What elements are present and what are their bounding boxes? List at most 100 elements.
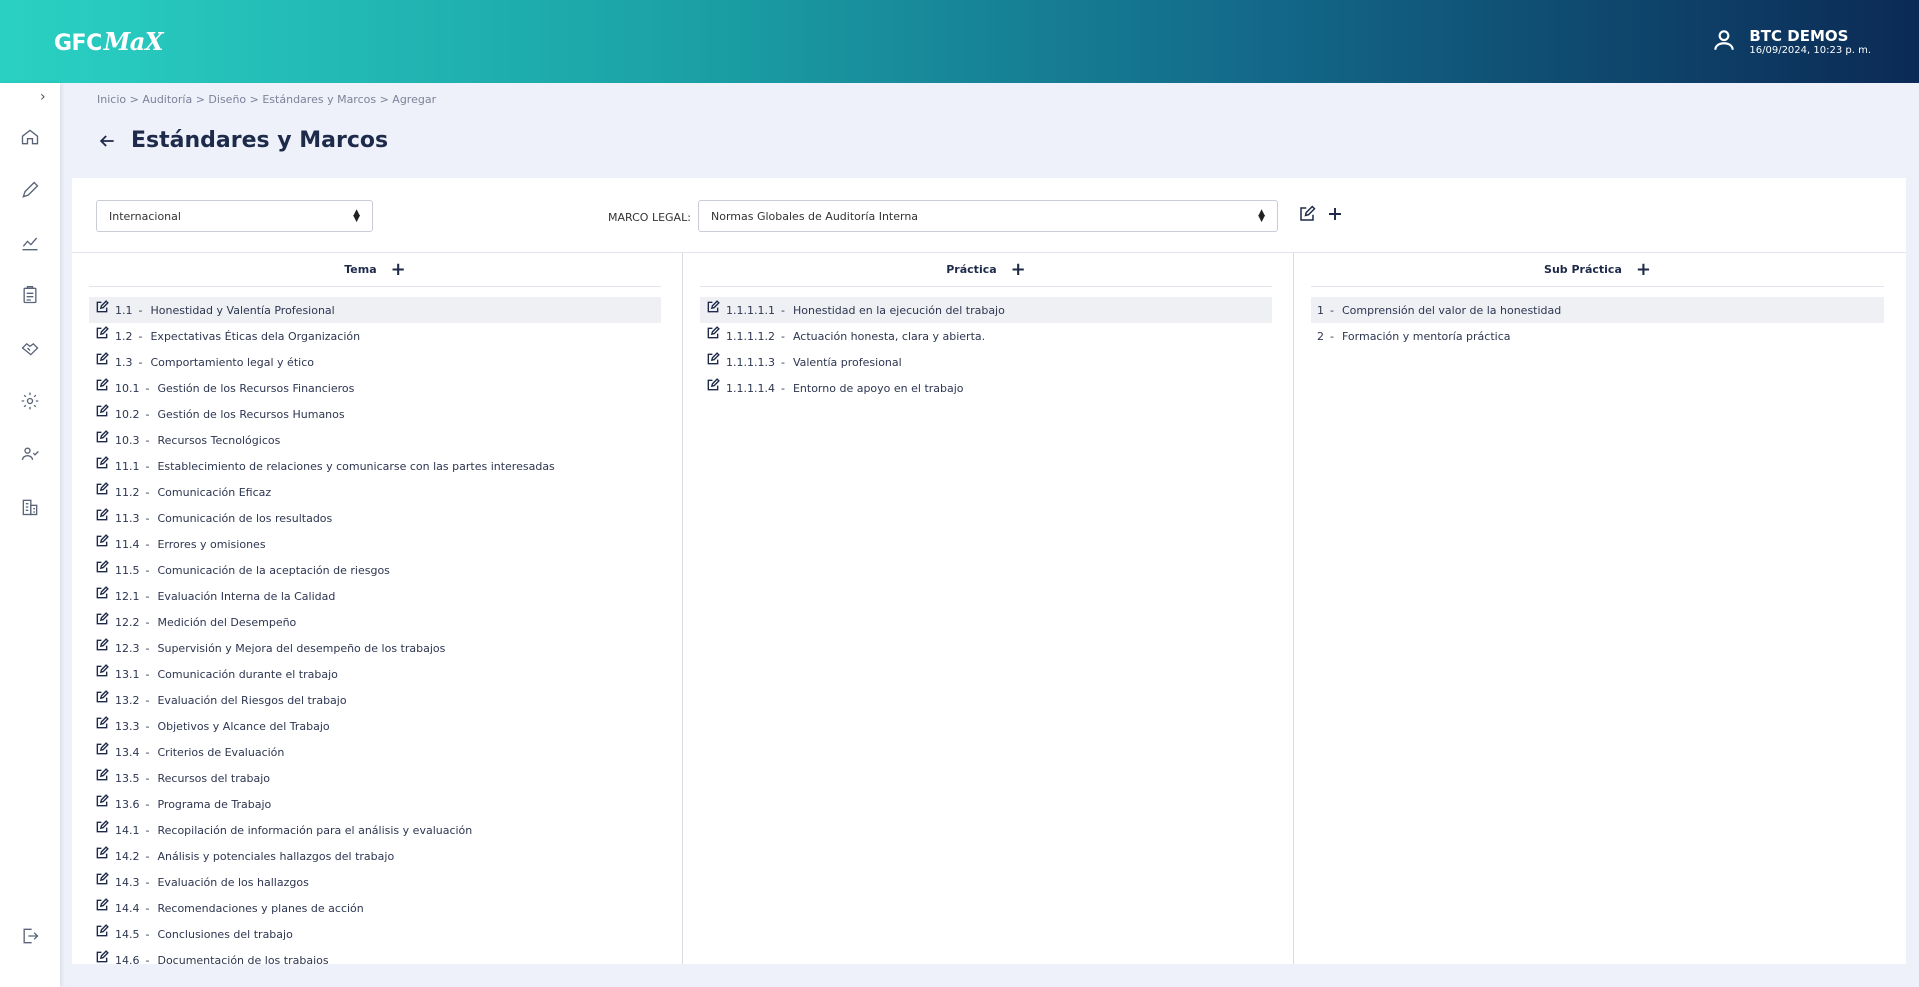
edit-icon[interactable] [95,690,109,704]
edit-icon[interactable] [95,326,109,340]
edit-icon[interactable] [95,716,109,730]
tema-row[interactable]: 11.2- Comunicación Eficaz [89,479,661,505]
tema-row[interactable]: 14.5- Conclusiones del trabajo [89,921,661,947]
edit-icon[interactable] [95,482,109,496]
user-profile[interactable]: BTC DEMOS 16/09/2024, 10:23 p. m. [1711,27,1871,57]
edit-icon[interactable] [95,794,109,808]
item-label: Honestidad en la ejecución del trabajo [792,303,1005,317]
item-label: Análisis y potenciales hallazgos del tra… [157,849,395,863]
tema-row[interactable]: 13.3- Objetivos y Alcance del Trabajo [89,713,661,739]
tema-row[interactable]: 11.3- Comunicación de los resultados [89,505,661,531]
users-icon[interactable] [20,444,40,464]
tema-row[interactable]: 11.1- Establecimiento de relaciones y com… [89,453,661,479]
edit-icon[interactable] [95,820,109,834]
subpractica-row[interactable]: 1- Comprensión del valor de la honestidad [1311,297,1884,323]
tema-row[interactable]: 10.1- Gestión de los Recursos Financieros [89,375,661,401]
app-logo[interactable]: GFC MaX [54,27,163,56]
tema-row[interactable]: 14.6- Documentación de los trabajos [89,947,661,964]
item-label: Recursos Tecnológicos [157,433,281,447]
edit-icon[interactable] [706,352,720,366]
edit-icon[interactable] [95,456,109,470]
tema-row[interactable]: 13.6- Programa de Trabajo [89,791,661,817]
breadcrumb[interactable]: Inicio > Auditoría > Diseño > Estándares… [97,93,436,106]
edit-icon[interactable] [95,378,109,392]
practica-row[interactable]: 1.1.1.1.2- Actuación honesta, clara y abi… [700,323,1272,349]
add-tema-icon[interactable]: + [391,260,406,278]
item-label: Comunicación de los resultados [157,511,333,525]
home-icon[interactable] [20,127,40,147]
gear-icon[interactable] [20,391,40,411]
item-separator: - [145,563,150,577]
building-icon[interactable] [20,497,40,517]
practica-list: 1.1.1.1.1- Honestidad en la ejecución del… [700,297,1272,401]
add-marco-icon[interactable] [1326,205,1344,223]
edit-icon[interactable] [95,898,109,912]
tema-header: Tema + [89,253,661,287]
edit-marco-icon[interactable] [1298,205,1316,223]
item-code: 11.2 [115,485,140,499]
tema-row[interactable]: 13.1- Comunicación durante el trabajo [89,661,661,687]
item-label: Evaluación de los hallazgos [157,875,309,889]
edit-icon[interactable] [706,378,720,392]
tema-row[interactable]: 10.2- Gestión de los Recursos Humanos [89,401,661,427]
tema-row[interactable]: 1.2- Expectativas Éticas dela Organizació… [89,323,661,349]
item-separator: - [780,303,785,317]
edit-icon[interactable] [95,560,109,574]
edit-icon[interactable] [95,924,109,938]
edit-icon[interactable] [706,300,720,314]
marco-legal-select[interactable]: Normas Globales de Auditoría Interna ▲ ▼ [698,200,1278,232]
tema-row[interactable]: 13.2- Evaluación del Riesgos del trabajo [89,687,661,713]
item-separator: - [145,537,150,551]
handshake-icon[interactable] [20,338,40,358]
chart-icon[interactable] [20,233,40,253]
edit-icon[interactable] [95,508,109,522]
item-separator: - [1330,303,1334,317]
tema-row[interactable]: 11.4- Errores y omisiones [89,531,661,557]
tema-row[interactable]: 14.2- Análisis y potenciales hallazgos de… [89,843,661,869]
edit-icon[interactable] [95,742,109,756]
edit-icon[interactable] [95,300,109,314]
tema-row[interactable]: 11.5- Comunicación de la aceptación de ri… [89,557,661,583]
edit-icon[interactable] [95,768,109,782]
edit-icon[interactable] [95,638,109,652]
tema-row[interactable]: 12.3- Supervisión y Mejora del desempeño … [89,635,661,661]
edit-icon[interactable] [95,430,109,444]
tema-row[interactable]: 13.4- Criterios de Evaluación [89,739,661,765]
tema-row[interactable]: 12.1- Evaluación Interna de la Calidad [89,583,661,609]
edit-icon[interactable] [95,404,109,418]
pencil-icon[interactable] [20,180,40,200]
edit-icon[interactable] [706,326,720,340]
item-label: Comportamiento legal y ético [150,355,314,369]
add-practica-icon[interactable]: + [1011,260,1026,278]
edit-icon[interactable] [95,534,109,548]
practica-row[interactable]: 1.1.1.1.3- Valentía profesional [700,349,1272,375]
tema-row[interactable]: 10.3- Recursos Tecnológicos [89,427,661,453]
tema-row[interactable]: 1.1- Honestidad y Valentía Profesional [89,297,661,323]
edit-icon[interactable] [95,586,109,600]
logout-icon[interactable] [20,926,40,946]
edit-icon[interactable] [95,950,109,964]
tema-row[interactable]: 14.1- Recopilación de información para el… [89,817,661,843]
tema-row[interactable]: 12.2- Medición del Desempeño [89,609,661,635]
tema-row[interactable]: 14.4- Recomendaciones y planes de acción [89,895,661,921]
clipboard-icon[interactable] [20,285,40,305]
edit-icon[interactable] [95,352,109,366]
item-code: 14.2 [115,849,140,863]
edit-icon[interactable] [95,872,109,886]
edit-icon[interactable] [95,846,109,860]
item-label: Supervisión y Mejora del desempeño de lo… [157,641,446,655]
tema-row[interactable]: 14.3- Evaluación de los hallazgos [89,869,661,895]
back-arrow-icon[interactable] [97,131,117,151]
subpractica-row[interactable]: 2- Formación y mentoría práctica [1311,323,1884,349]
practica-row[interactable]: 1.1.1.1.4- Entorno de apoyo en el trabajo [700,375,1272,401]
edit-icon[interactable] [95,612,109,626]
edit-icon[interactable] [95,664,109,678]
user-name: BTC DEMOS [1749,26,1849,45]
expand-sidebar-icon[interactable]: › [40,89,46,105]
item-separator: - [145,459,150,473]
scope-select[interactable]: Internacional ▲ ▼ [96,200,373,232]
add-subpractica-icon[interactable]: + [1636,260,1651,278]
tema-row[interactable]: 13.5- Recursos del trabajo [89,765,661,791]
practica-row[interactable]: 1.1.1.1.1- Honestidad en la ejecución del… [700,297,1272,323]
tema-row[interactable]: 1.3- Comportamiento legal y ético [89,349,661,375]
